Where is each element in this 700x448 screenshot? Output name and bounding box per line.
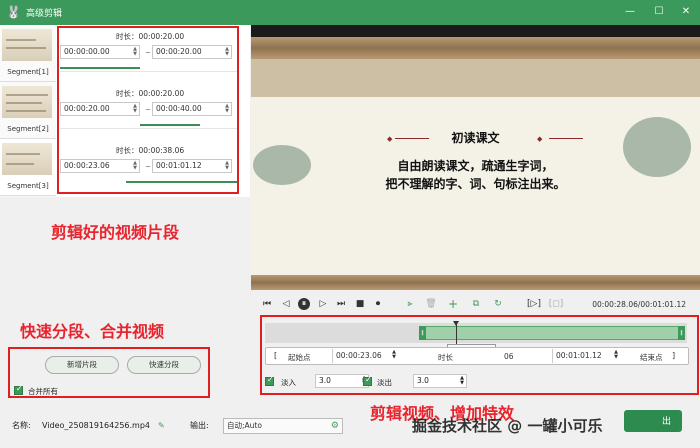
minimize-button[interactable]: — <box>622 4 638 20</box>
reset-icon[interactable]: ↻ <box>492 298 504 310</box>
spin-arrows-icon: ▲▼ <box>392 349 396 360</box>
merge-all-label: 合并所有 <box>28 387 58 396</box>
pause-icon[interactable]: ⏸ <box>298 298 310 310</box>
segment-label: Segment[3] <box>7 182 49 190</box>
copy-icon[interactable]: ⧉ <box>470 298 482 310</box>
thumbnail-image <box>2 143 52 175</box>
add-segment-button[interactable]: 新增片段 <box>45 356 119 374</box>
open-bracket: [ <box>274 351 278 360</box>
ornament-right-icon: ◆ <box>537 135 543 143</box>
add-icon[interactable]: + <box>447 298 459 310</box>
fade-out-input[interactable]: 3.0 ▲ ▼ <box>413 374 467 388</box>
gear-icon: ⚙ <box>330 421 339 431</box>
duration-value: 06 <box>504 352 514 361</box>
merge-all-checkbox[interactable] <box>14 384 23 395</box>
title-rule-right <box>549 138 583 139</box>
thumbnail-image <box>2 29 52 61</box>
preview-line-1: 自由朗读课文，疏通生字词， <box>397 159 554 173</box>
trim-fields: [ 起始点 00:00:23.06 ▲ ▼ 时长 06 00:01:01.12 ▲ ▼ … <box>265 347 689 365</box>
title-bar: 🐰 高级剪辑 — ☐ ✕ <box>0 0 700 25</box>
scroll-band <box>251 59 700 97</box>
quick-split-button[interactable]: 快速分段 <box>127 356 201 374</box>
preview-line-2: 把不理解的字、词、句标注出来。 <box>385 177 566 191</box>
fade-in-input[interactable]: 3.0▲▼ <box>315 374 369 388</box>
name-label: 名称: <box>12 421 31 430</box>
delete-icon[interactable]: 🗑 <box>425 298 437 310</box>
fade-out-label: 淡出 <box>377 378 392 387</box>
maximize-button[interactable]: ☐ <box>651 4 667 20</box>
edit-name-icon[interactable]: ✎ <box>158 419 165 433</box>
end-point-label: 结束点 <box>640 353 663 362</box>
spin-arrows-icon: ▲▼ <box>460 375 464 386</box>
selected-range[interactable] <box>419 326 685 340</box>
range-start-handle[interactable]: ‖ <box>419 326 426 340</box>
close-button[interactable]: ✕ <box>678 4 694 20</box>
segment-thumb-2[interactable]: Segment[2] <box>0 82 56 139</box>
step-forward-icon[interactable]: ▷ <box>317 298 329 310</box>
playback-timecode: 00:00:28.06/00:01:01.12 <box>592 300 686 309</box>
stop-icon[interactable]: ■ <box>354 298 366 310</box>
annotation-segments: 剪辑好的视频片段 <box>51 223 180 242</box>
start-point-label: 起始点 <box>288 353 311 362</box>
window-title: 高级剪辑 <box>26 9 63 19</box>
segment-thumb-3[interactable]: Segment[3] <box>0 139 56 196</box>
end-point-input[interactable]: 00:01:01.12 ▲ ▼ <box>552 349 620 363</box>
skip-to-end-icon[interactable]: ⏭ <box>335 298 347 310</box>
file-name-value: Video_250819164256.mp4 <box>42 421 150 430</box>
segment-thumbnails: Segment[1] Segment[2] Segment[3] <box>0 25 56 197</box>
preview-title: 初读课文 <box>451 131 500 145</box>
step-back-icon[interactable]: ◁ <box>280 298 292 310</box>
video-preview[interactable]: ◆ 初读课文 ◆ 自由朗读课文，疏通生字词， 把不理解的字、词、句标注出来。 <box>251 25 700 290</box>
segment-label: Segment[1] <box>7 68 49 76</box>
split-icon[interactable]: ⫸ <box>404 298 416 310</box>
timeline-track[interactable]: ‖ ‖ <box>265 321 687 345</box>
thumbnail-image <box>2 86 52 118</box>
segment-label: Segment[2] <box>7 125 49 133</box>
start-point-input[interactable]: 00:00:23.06 ▲ ▼ <box>332 349 398 363</box>
output-label: 输出: <box>190 421 209 430</box>
playhead[interactable] <box>453 321 459 345</box>
app-logo-icon: 🐰 <box>6 5 21 19</box>
duration-label: 时长 <box>438 353 453 362</box>
segment-thumb-1[interactable]: Segment[1] <box>0 25 56 82</box>
close-bracket: ] <box>672 351 676 360</box>
annotation-split-merge: 快速分段、合并视频 <box>20 322 165 341</box>
scroll-roller-bottom <box>251 275 700 290</box>
fade-in-label: 淡入 <box>281 378 296 387</box>
output-path-field[interactable]: 自动;Auto ⚙ <box>223 418 343 434</box>
fade-out-checkbox[interactable] <box>363 375 372 386</box>
skip-to-start-icon[interactable]: ⏮ <box>261 298 273 310</box>
mark-out-icon[interactable]: [◻] <box>547 298 565 310</box>
spin-arrows-icon: ▲▼ <box>614 349 618 360</box>
mark-in-icon[interactable]: [▷] <box>525 298 543 310</box>
scroll-paper: ◆ 初读课文 ◆ 自由朗读课文，疏通生字词， 把不理解的字、词、句标注出来。 <box>251 97 700 275</box>
scroll-roller-top <box>251 37 700 59</box>
export-button[interactable]: 出 <box>624 410 682 432</box>
fade-in-checkbox[interactable] <box>265 375 274 386</box>
range-end-handle[interactable]: ‖ <box>678 326 685 340</box>
record-icon[interactable]: ⏺ <box>372 298 384 310</box>
watermark: 掘金技术社区 @ 一罐小可乐 <box>412 417 603 435</box>
segments-highlight-box <box>57 26 239 194</box>
